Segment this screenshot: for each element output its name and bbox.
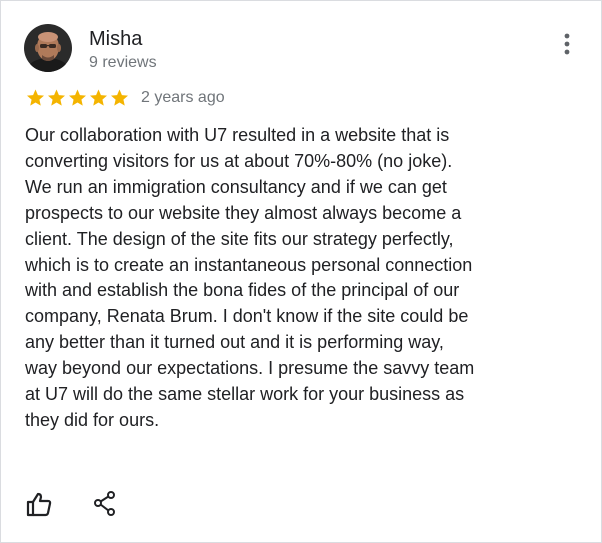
share-button[interactable]	[91, 490, 119, 518]
avatar-photo	[24, 24, 72, 72]
like-button[interactable]	[25, 490, 53, 518]
rating-row: 2 years ago	[25, 86, 225, 110]
share-icon	[94, 491, 115, 516]
avatar[interactable]	[24, 24, 72, 72]
star-icon	[46, 88, 67, 108]
author-review-count: 9 reviews	[89, 54, 157, 71]
star-icon	[67, 88, 88, 108]
star-rating	[25, 88, 130, 108]
more-vertical-icon	[564, 33, 570, 55]
review-time: 2 years ago	[141, 89, 225, 106]
review-card: Misha 9 reviews 2 years ago Our collabor…	[0, 0, 602, 543]
star-icon	[25, 88, 46, 108]
more-options-button[interactable]	[555, 31, 579, 59]
author-name[interactable]: Misha	[89, 27, 142, 51]
thumbs-up-icon	[26, 492, 52, 517]
star-icon	[88, 88, 109, 108]
star-icon	[109, 88, 130, 108]
review-text: Our collaboration with U7 resulted in a …	[25, 125, 475, 430]
